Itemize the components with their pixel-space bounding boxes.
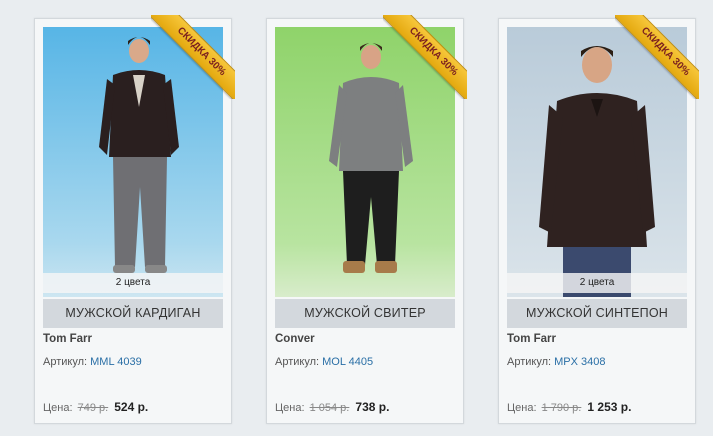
discount-ribbon: СКИДКА 30% xyxy=(151,15,235,99)
sku-link[interactable]: MOL 4405 xyxy=(322,356,373,368)
sku-row: Артикул: MML 4039 xyxy=(43,356,142,368)
product-card[interactable]: 2 цвета МУЖСКОЙ СИНТЕПОН Tom Farr Артику… xyxy=(498,15,699,424)
new-price: 738 р. xyxy=(355,400,390,414)
old-price: 749 р. xyxy=(77,402,109,414)
discount-badge-text: СКИДКА 30% xyxy=(151,15,235,99)
price-label: Цена: xyxy=(507,402,537,414)
brand-label: Tom Farr xyxy=(507,333,556,345)
old-price: 1 790 р. xyxy=(541,402,582,414)
price-label: Цена: xyxy=(43,402,73,414)
sku-label: Артикул: xyxy=(275,356,320,368)
price-row: Цена: 749 р. 524 р. xyxy=(43,400,148,414)
sku-row: Артикул: MOL 4405 xyxy=(275,356,373,368)
new-price: 524 р. xyxy=(114,400,149,414)
sku-link[interactable]: MPX 3408 xyxy=(554,356,605,368)
discount-badge-text: СКИДКА 30% xyxy=(615,15,699,99)
sku-label: Артикул: xyxy=(43,356,88,368)
brand-label: Conver xyxy=(275,333,315,345)
colors-available-label: 2 цвета xyxy=(507,273,687,293)
brand-label: Tom Farr xyxy=(43,333,92,345)
product-name-button[interactable]: МУЖСКОЙ КАРДИГАН xyxy=(43,299,223,328)
colors-available-label: 2 цвета xyxy=(43,273,223,293)
product-card[interactable]: МУЖСКОЙ СВИТЕР Conver Артикул: MOL 4405 … xyxy=(266,15,467,424)
price-row: Цена: 1 054 р. 738 р. xyxy=(275,400,389,414)
sku-label: Артикул: xyxy=(507,356,552,368)
old-price: 1 054 р. xyxy=(309,402,350,414)
discount-ribbon: СКИДКА 30% xyxy=(615,15,699,99)
new-price: 1 253 р. xyxy=(587,400,632,414)
product-name-button[interactable]: МУЖСКОЙ СИНТЕПОН xyxy=(507,299,687,328)
discount-ribbon: СКИДКА 30% xyxy=(383,15,467,99)
discount-badge-text: СКИДКА 30% xyxy=(383,15,467,99)
product-card[interactable]: 2 цвета МУЖСКОЙ КАРДИГАН Tom Farr Артику… xyxy=(34,15,235,424)
product-name-button[interactable]: МУЖСКОЙ СВИТЕР xyxy=(275,299,455,328)
price-row: Цена: 1 790 р. 1 253 р. xyxy=(507,400,631,414)
sku-link[interactable]: MML 4039 xyxy=(90,356,142,368)
price-label: Цена: xyxy=(275,402,305,414)
sku-row: Артикул: MPX 3408 xyxy=(507,356,606,368)
